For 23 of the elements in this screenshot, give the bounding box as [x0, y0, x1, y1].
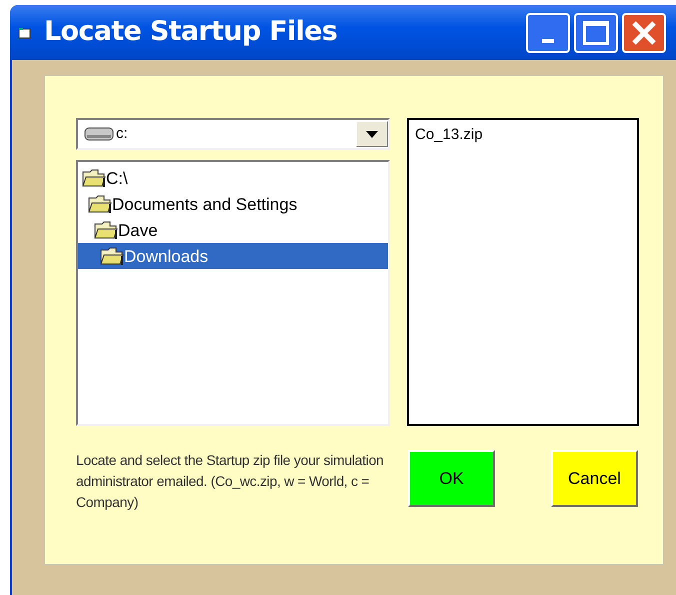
dropdown-arrow-button[interactable] — [356, 121, 388, 147]
minimize-button[interactable] — [526, 12, 570, 52]
folder-item[interactable]: Downloads — [78, 243, 388, 269]
close-icon — [630, 18, 658, 46]
instructions-text: Locate and select the Startup zip file your simulation administrator emailed. (Co_wc.zip, w = World, c = Company) — [76, 451, 385, 512]
folder-icon — [88, 194, 112, 214]
drive-icon — [84, 127, 114, 141]
folder-icon — [100, 246, 124, 266]
drive-value: c: — [116, 124, 128, 144]
maximize-button[interactable] — [574, 12, 618, 52]
window-title: Locate Startup Files — [44, 15, 338, 50]
close-button[interactable] — [622, 12, 666, 52]
folder-icon — [94, 220, 118, 240]
caret-icon — [366, 130, 378, 138]
drive-dropdown[interactable]: c: — [76, 118, 390, 150]
cancel-button[interactable]: Cancel — [551, 450, 638, 507]
folder-item[interactable]: Dave — [78, 217, 388, 243]
folder-item[interactable]: C:\ — [78, 165, 388, 191]
file-item[interactable]: Co_13.zip — [413, 124, 633, 146]
folder-icon — [82, 168, 106, 188]
folder-item[interactable]: Documents and Settings — [78, 191, 388, 217]
ok-button[interactable]: OK — [408, 450, 495, 507]
window-icon — [18, 26, 32, 38]
